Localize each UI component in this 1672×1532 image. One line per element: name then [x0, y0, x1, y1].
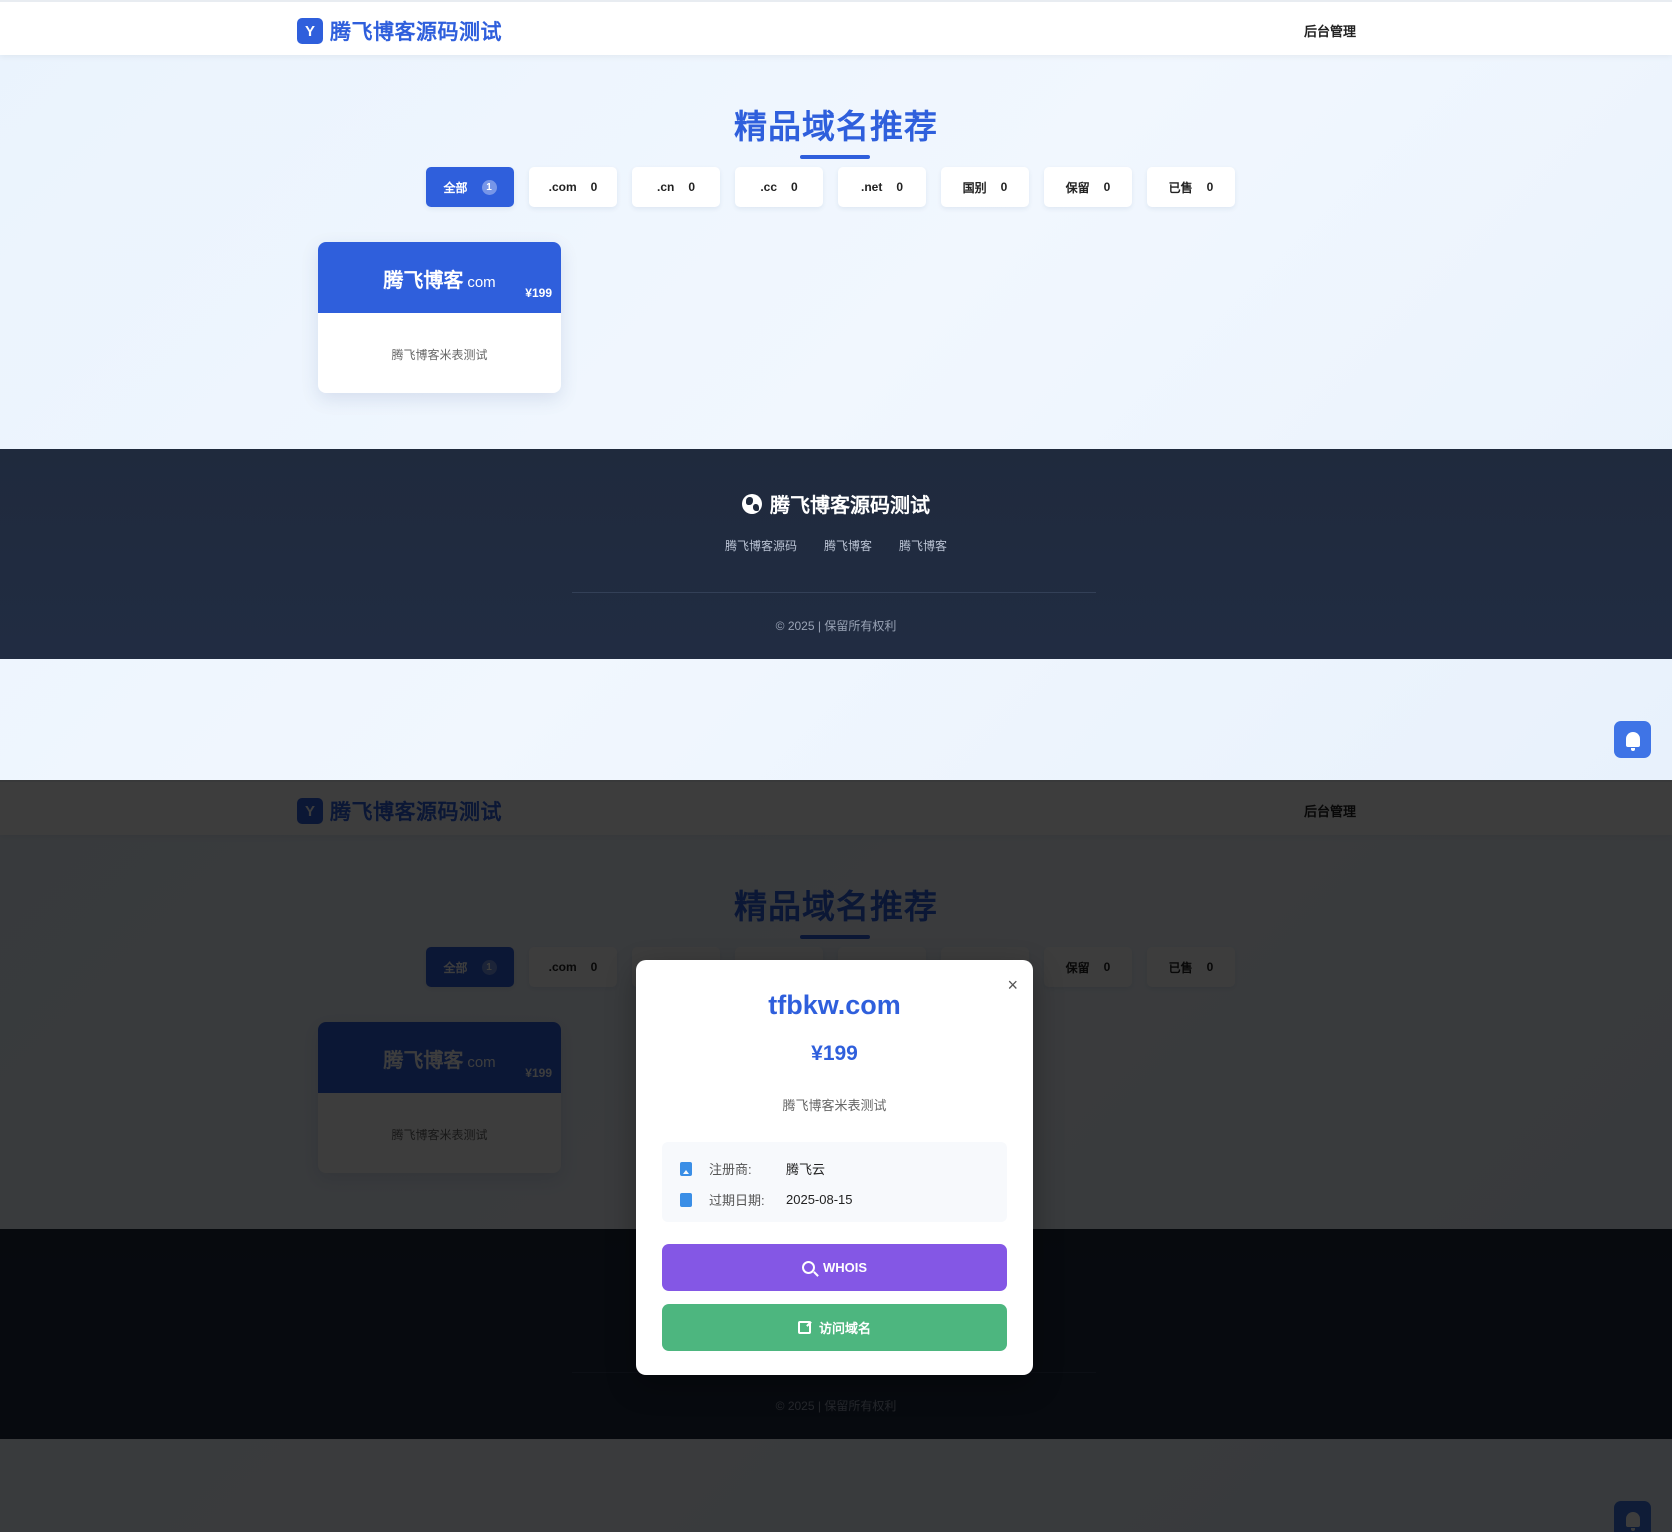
- filter-count: 0: [791, 180, 798, 194]
- domain-price: ¥199: [525, 286, 552, 300]
- modal-description: 腾飞博客米表测试: [782, 1098, 887, 1113]
- modal-domain-name: tfbkw.com: [768, 990, 901, 1020]
- whois-button-label: WHOIS: [822, 1260, 868, 1275]
- domain-description: 腾飞博客米表测试: [391, 348, 488, 362]
- filter-sold[interactable]: 已售 0: [1147, 167, 1235, 207]
- filter-bar: 全部 1 .com 0 .cn 0 .cc 0 .net 0 国别 0 保留 0…: [426, 167, 1235, 207]
- footer-links: 腾飞博客源码 腾飞博客 腾飞博客: [0, 537, 1672, 554]
- footer-site-name: 腾飞博客源码测试: [770, 495, 930, 517]
- registrar-label: 注册商:: [709, 1162, 752, 1177]
- filter-count: 0: [1103, 180, 1111, 194]
- page-view-with-modal: Y 腾飞博客源码测试 后台管理 精品域名推荐 全部 1 .com 0 .cn 0…: [0, 780, 1672, 1532]
- site-logo[interactable]: Y 腾飞博客源码测试: [297, 16, 502, 46]
- domain-name-main: 腾飞博客: [383, 270, 464, 292]
- copyright: © 2025 | 保留所有权利: [775, 619, 897, 633]
- site-name: 腾飞博客源码测试: [330, 21, 502, 44]
- footer-link[interactable]: 腾飞博客: [824, 537, 872, 554]
- whois-button[interactable]: WHOIS: [662, 1244, 1007, 1291]
- filter-reserved[interactable]: 保留 0: [1044, 167, 1132, 207]
- filter-net[interactable]: .net 0: [838, 167, 926, 207]
- search-icon: [801, 1261, 815, 1274]
- filter-count: 0: [896, 180, 904, 194]
- filter-label: 全部: [443, 180, 468, 195]
- domain-card-header: 腾飞博客com ¥199: [318, 242, 561, 313]
- domain-card[interactable]: 腾飞博客com ¥199 腾飞博客米表测试: [318, 242, 561, 393]
- footer-title: 腾飞博客源码测试: [0, 489, 1672, 518]
- title-underline: [800, 155, 870, 159]
- domain-info-box: 注册商: 腾飞云 过期日期: 2025-08-15: [662, 1142, 1007, 1222]
- footer-divider: [572, 592, 1096, 593]
- external-link-icon: [797, 1321, 811, 1334]
- filter-com[interactable]: .com 0: [529, 167, 617, 207]
- modal-price: ¥199: [811, 1042, 858, 1065]
- notification-button[interactable]: [1614, 721, 1651, 758]
- filter-count: 0: [1000, 180, 1008, 194]
- filter-label: .net: [860, 180, 883, 194]
- filter-label: .cn: [656, 180, 675, 194]
- visit-domain-button[interactable]: 访问域名: [662, 1304, 1007, 1351]
- globe-icon: [742, 493, 762, 514]
- domain-detail-modal: × tfbkw.com ¥199 腾飞博客米表测试 注册商: 腾飞云 过期日期:…: [636, 960, 1033, 1375]
- filter-all[interactable]: 全部 1: [426, 167, 514, 207]
- filter-count: 0: [688, 180, 696, 194]
- bookmark-icon: [680, 1161, 692, 1176]
- filter-label: 已售: [1168, 180, 1193, 195]
- expiry-value: 2025-08-15: [786, 1192, 853, 1207]
- filter-cc[interactable]: .cc 0: [735, 167, 823, 207]
- registrar-row: 注册商: 腾飞云: [680, 1159, 825, 1178]
- expiry-label: 过期日期:: [709, 1193, 765, 1208]
- footer-link[interactable]: 腾飞博客: [899, 537, 947, 554]
- calendar-icon: [680, 1192, 692, 1207]
- page-view: Y 腾飞博客源码测试 后台管理 精品域名推荐 全部 1 .com 0 .cn 0…: [0, 0, 1672, 780]
- page-title: 精品域名推荐: [734, 108, 938, 145]
- filter-label: .com: [548, 180, 577, 194]
- footer-link[interactable]: 腾飞博客源码: [725, 537, 797, 554]
- logo-badge-icon: Y: [297, 18, 323, 44]
- filter-label: 保留: [1065, 180, 1090, 195]
- filter-country[interactable]: 国别 0: [941, 167, 1029, 207]
- filter-label: 国别: [962, 180, 987, 195]
- filter-cn[interactable]: .cn 0: [632, 167, 720, 207]
- site-header: Y 腾飞博客源码测试 后台管理: [0, 0, 1672, 55]
- filter-label: .cc: [760, 180, 777, 194]
- site-footer: 腾飞博客源码测试 腾飞博客源码 腾飞博客 腾飞博客 © 2025 | 保留所有权…: [0, 449, 1672, 659]
- filter-count: 1: [481, 179, 497, 195]
- filter-count: 0: [590, 180, 598, 194]
- expiry-row: 过期日期: 2025-08-15: [680, 1190, 853, 1209]
- registrar-value: 腾飞云: [786, 1162, 826, 1177]
- filter-count: 0: [1206, 180, 1214, 194]
- domain-tld: com: [467, 274, 496, 291]
- visit-button-label: 访问域名: [818, 1321, 871, 1336]
- bell-icon: [1625, 732, 1640, 751]
- admin-link[interactable]: 后台管理: [1304, 21, 1356, 40]
